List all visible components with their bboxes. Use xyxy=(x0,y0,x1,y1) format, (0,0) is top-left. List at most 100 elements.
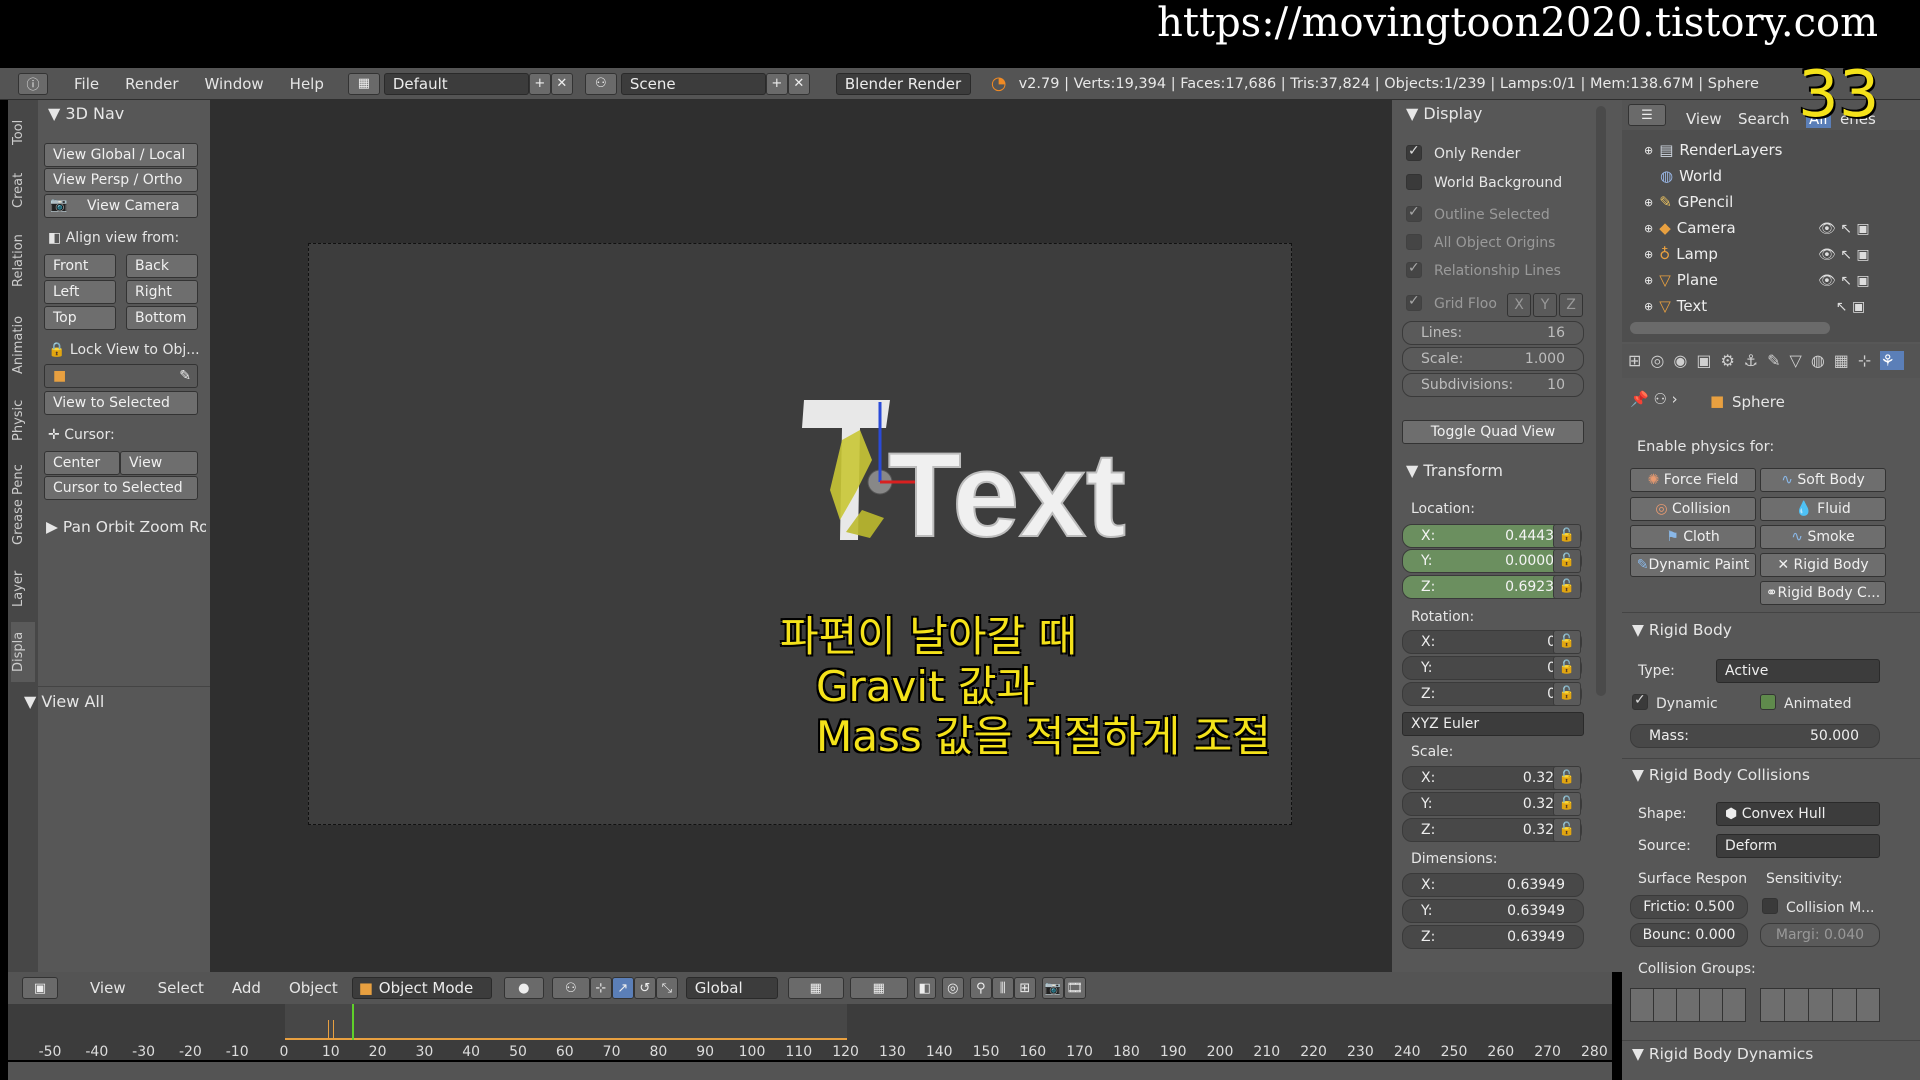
outliner-item-camera[interactable]: ⊕ ◆ Camera xyxy=(1644,216,1736,240)
add-scene-icon[interactable]: + xyxy=(765,72,788,95)
expand-icon[interactable]: ⊕ xyxy=(1644,248,1653,261)
outliner-editor-icon[interactable]: ☰ xyxy=(1628,104,1666,126)
tab-physics[interactable]: Physic xyxy=(11,390,35,450)
tab-animation[interactable]: Animatio xyxy=(11,305,35,385)
render-icon[interactable]: 📷 xyxy=(1041,977,1064,999)
layers-grid-b-icon[interactable]: ▦ xyxy=(849,977,908,999)
layout-field[interactable]: Default xyxy=(383,72,529,95)
cursor-to-selected-button[interactable]: Cursor to Selected xyxy=(44,476,198,500)
smoke-button[interactable]: ∿ Smoke xyxy=(1760,525,1886,549)
orientation-select[interactable]: Global xyxy=(685,977,778,999)
grid-axis-x[interactable]: X xyxy=(1507,293,1531,317)
expand-icon[interactable]: ⊕ xyxy=(1644,300,1653,313)
world-background-checkbox[interactable] xyxy=(1406,174,1422,190)
friction-field[interactable]: Frictio: 0.500 xyxy=(1630,895,1748,919)
physics-tab-icon[interactable]: ⚘ xyxy=(1880,351,1904,370)
menu-view[interactable]: View xyxy=(90,979,126,997)
lock-scale-z-icon[interactable]: 🔓 xyxy=(1553,818,1581,842)
tab-tool[interactable]: Tool xyxy=(11,110,35,154)
dim-x-field[interactable]: X: 0.63949 xyxy=(1402,873,1584,897)
grid-axis-z[interactable]: Z xyxy=(1559,293,1583,317)
scene-icon[interactable]: ⚇ xyxy=(584,72,617,95)
top-button[interactable]: Top xyxy=(44,306,116,330)
pin-icon[interactable]: 📌 ⚇ › xyxy=(1630,390,1678,408)
pivot-select-icon[interactable]: ⚇ xyxy=(551,977,590,999)
dim-z-field[interactable]: Z: 0.63949 xyxy=(1402,925,1584,949)
front-button[interactable]: Front xyxy=(44,254,116,278)
scale-icon[interactable]: ⤡ xyxy=(655,977,678,999)
current-frame-indicator[interactable] xyxy=(352,1004,354,1040)
view-global-local-button[interactable]: View Global / Local xyxy=(44,143,198,167)
soft-body-button[interactable]: ∿ Soft Body xyxy=(1760,468,1886,492)
cursor-center-button[interactable]: Center xyxy=(44,451,120,475)
expand-icon[interactable]: ⊕ xyxy=(1644,196,1653,209)
editor-type-icon[interactable]: ▣ xyxy=(22,977,58,999)
lock-scale-x-icon[interactable]: 🔓 xyxy=(1553,766,1581,790)
rigid-body-type-select[interactable]: Active xyxy=(1716,659,1880,683)
margin-field[interactable]: Margi: 0.040 xyxy=(1760,923,1880,947)
menu-help[interactable]: Help xyxy=(290,75,324,93)
grid-subdiv-field[interactable]: Subdivisions: 10 xyxy=(1402,373,1584,397)
tab-layer[interactable]: Layer xyxy=(11,560,35,618)
layer-lock-icon[interactable]: ◧ xyxy=(913,977,936,999)
outliner-item-plane[interactable]: ⊕ ▽ Plane xyxy=(1644,268,1718,292)
transform-panel-header[interactable]: ▼ Transform xyxy=(1406,461,1503,480)
expand-icon[interactable]: ⊕ xyxy=(1644,222,1653,235)
grid-floor-checkbox[interactable] xyxy=(1406,293,1422,311)
snap-icon[interactable]: ⚲ xyxy=(969,977,992,999)
bottom-button[interactable]: Bottom xyxy=(126,306,198,330)
lock-loc-y-icon[interactable]: 🔓 xyxy=(1553,549,1581,573)
expand-icon[interactable]: ⊕ xyxy=(1644,144,1653,157)
view-persp-ortho-button[interactable]: View Persp / Ortho xyxy=(44,168,198,192)
lock-object-field[interactable]: ■ ✎ xyxy=(44,364,198,388)
proportional-edit-icon[interactable]: ◎ xyxy=(941,977,964,999)
collision-groups-grid-b[interactable] xyxy=(1760,988,1880,1022)
rigid-body-button[interactable]: ✕ Rigid Body xyxy=(1760,553,1886,577)
dynamic-paint-button[interactable]: ✎Dynamic Paint xyxy=(1630,553,1756,577)
menu-render[interactable]: Render xyxy=(125,75,178,93)
object-mode-select[interactable]: ■ Object Mode xyxy=(351,977,492,999)
rotate-icon[interactable]: ↺ xyxy=(633,977,656,999)
grid-axis-y[interactable]: Y xyxy=(1533,293,1557,317)
cursor-view-button[interactable]: View xyxy=(120,451,198,475)
render-engine-select[interactable]: Blender Render xyxy=(835,72,971,95)
animated-checkbox[interactable] xyxy=(1760,694,1776,710)
view-to-selected-button[interactable]: View to Selected xyxy=(44,391,198,415)
scene-field[interactable]: Scene xyxy=(620,72,766,95)
dim-y-field[interactable]: Y: 0.63949 xyxy=(1402,899,1584,923)
cloth-button[interactable]: ⚑ Cloth xyxy=(1630,525,1756,549)
right-button[interactable]: Right xyxy=(126,280,198,304)
outliner-item-gpencil[interactable]: ⊕ ✎ GPencil xyxy=(1644,190,1733,214)
remove-layout-icon[interactable]: ✕ xyxy=(550,72,573,95)
screen-layout-icon[interactable]: ▦ xyxy=(347,72,380,95)
grid-scale-field[interactable]: Scale: 1.000 xyxy=(1402,347,1584,371)
add-layout-icon[interactable]: + xyxy=(528,72,551,95)
shelf-scrollbar[interactable] xyxy=(1596,106,1606,696)
pan-orbit-panel[interactable]: ▶ Pan Orbit Zoom Roll xyxy=(46,518,206,536)
collisions-panel-header[interactable]: ▼ Rigid Body Collisions xyxy=(1632,766,1810,784)
fluid-button[interactable]: 💧 Fluid xyxy=(1760,497,1886,521)
expand-icon[interactable]: ⊕ xyxy=(1644,274,1653,287)
rotation-mode-select[interactable]: XYZ Euler xyxy=(1402,712,1584,736)
lock-rot-x-icon[interactable]: 🔓 xyxy=(1553,630,1581,654)
dynamic-checkbox[interactable] xyxy=(1632,692,1648,710)
tab-grease-pencil[interactable]: Grease Penc xyxy=(11,455,35,555)
menu-file[interactable]: File xyxy=(74,75,99,93)
force-field-button[interactable]: ✺ Force Field xyxy=(1630,468,1756,492)
display-panel-header[interactable]: ▼ Display xyxy=(1406,104,1482,123)
collision-source-select[interactable]: Deform xyxy=(1716,834,1880,858)
all-origins-checkbox[interactable] xyxy=(1406,234,1422,250)
grid-lines-field[interactable]: Lines: 16 xyxy=(1402,321,1584,345)
layers-grid-a-icon[interactable]: ▦ xyxy=(787,977,844,999)
collision-margin-checkbox[interactable] xyxy=(1762,898,1778,914)
outliner-view-menu[interactable]: View xyxy=(1686,110,1722,128)
lock-rot-z-icon[interactable]: 🔓 xyxy=(1553,682,1581,706)
outliner-item-text[interactable]: ⊕ ▽ Text xyxy=(1644,294,1707,318)
outliner-item-lamp[interactable]: ⊕ ♁ Lamp xyxy=(1644,242,1718,266)
snap-target-icon[interactable]: ⊞ xyxy=(1013,977,1036,999)
dynamics-panel-header[interactable]: ▼ Rigid Body Dynamics xyxy=(1632,1045,1813,1063)
menu-object[interactable]: Object xyxy=(289,979,338,997)
remove-scene-icon[interactable]: ✕ xyxy=(787,72,810,95)
collision-shape-select[interactable]: ⬢ Convex Hull xyxy=(1716,802,1880,826)
tab-display[interactable]: Displa xyxy=(11,622,35,682)
